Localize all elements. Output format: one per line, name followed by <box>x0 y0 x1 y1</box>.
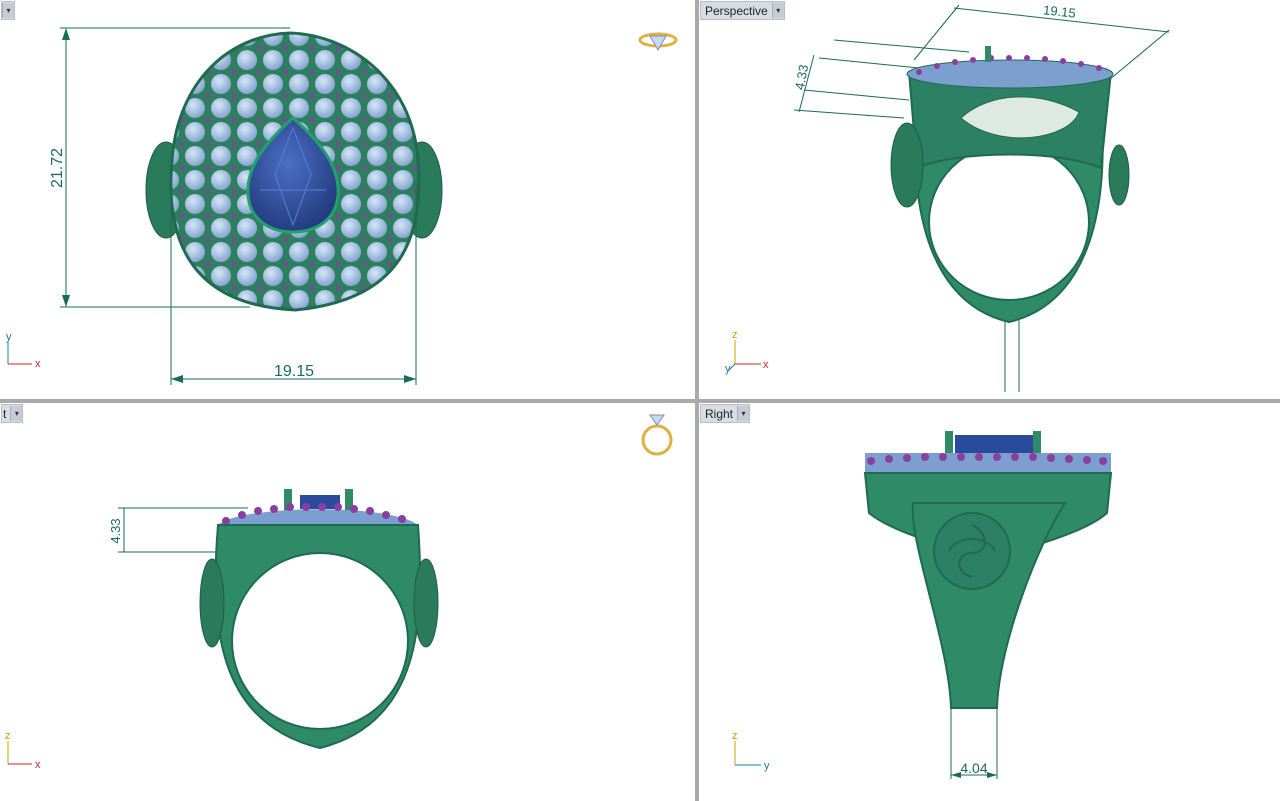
axis-indicator: z x <box>5 730 41 771</box>
front-view-canvas: 4.33 z x <box>5 414 673 771</box>
dim-height-label: 4.33 <box>792 63 811 91</box>
viewport-top[interactable]: ▾ 21.72 19.15 y x <box>0 0 695 399</box>
finger-hole <box>928 143 1090 301</box>
side-medallion <box>933 512 1011 590</box>
axis-indicator: y x <box>6 331 41 370</box>
viewport-right[interactable]: Right ▾ 4.04 z y <box>699 403 1280 801</box>
right-view-canvas: 4.04 z y <box>732 431 1113 779</box>
ring-thumbnail-icon[interactable] <box>638 32 678 52</box>
viewport-perspective[interactable]: Perspective ▾ 19.15 4.33 z x y <box>699 0 1280 399</box>
svg-text:x: x <box>763 359 769 371</box>
svg-text:y: y <box>6 331 12 343</box>
dim-height-label: 4.33 <box>108 518 123 543</box>
axis-indicator: z x y <box>725 329 769 375</box>
perspective-view-canvas: 19.15 4.33 z x y <box>725 2 1170 392</box>
dim-width-label: 4.04 <box>960 760 987 776</box>
svg-text:x: x <box>35 759 41 771</box>
viewport-front[interactable]: t ▾ 4.33 z x <box>0 403 695 801</box>
svg-text:y: y <box>764 760 770 772</box>
svg-text:z: z <box>732 730 738 742</box>
ring-icon[interactable] <box>641 414 673 456</box>
svg-text:x: x <box>35 358 41 370</box>
svg-text:y: y <box>725 363 731 375</box>
svg-text:z: z <box>732 329 738 341</box>
side-medallion-right <box>1108 144 1130 206</box>
top-view-canvas: 21.72 19.15 y x <box>6 27 678 385</box>
dim-width-label: 19.15 <box>274 363 314 380</box>
side-medallion-left <box>890 122 924 208</box>
dim-height-label: 21.72 <box>49 148 66 188</box>
side-medallion-right <box>413 558 439 648</box>
dim-width-label: 19.15 <box>1043 2 1077 20</box>
svg-text:z: z <box>5 730 11 742</box>
finger-hole <box>231 552 409 730</box>
axis-indicator: z y <box>732 730 770 772</box>
side-medallion-left <box>199 558 225 648</box>
